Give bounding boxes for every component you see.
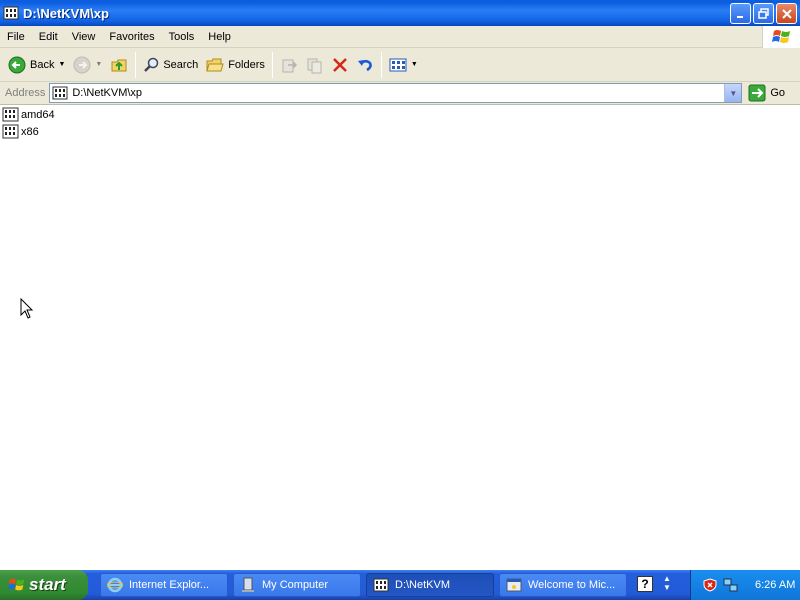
delete-x-icon bbox=[333, 57, 347, 72]
up-folder-button[interactable] bbox=[106, 51, 132, 79]
title-bar[interactable]: D:\NetKVM\xp bbox=[0, 0, 800, 26]
back-button[interactable]: Back ▼ bbox=[4, 51, 69, 79]
start-button[interactable]: start bbox=[0, 570, 88, 600]
task-label: Internet Explor... bbox=[129, 579, 210, 591]
toolbar-separator bbox=[380, 51, 382, 78]
start-label: start bbox=[29, 575, 66, 594]
go-button[interactable]: Go bbox=[748, 84, 785, 102]
search-button[interactable]: Search bbox=[139, 51, 202, 79]
folders-icon bbox=[206, 58, 224, 71]
restore-icon bbox=[758, 8, 769, 19]
back-label: Back bbox=[30, 58, 55, 71]
folder-grid-icon bbox=[2, 107, 19, 122]
my-computer-icon bbox=[242, 577, 254, 592]
folder-grid-icon bbox=[2, 124, 19, 139]
minimize-button[interactable] bbox=[730, 3, 751, 24]
menu-edit[interactable]: Edit bbox=[32, 26, 65, 48]
address-bar: Address D:\NetKVM\xp ▼ Go bbox=[0, 82, 800, 105]
views-button[interactable]: ▼ bbox=[385, 51, 422, 79]
taskbar-scroll-icon[interactable]: ▲ ▼ bbox=[663, 574, 671, 592]
up-folder-icon bbox=[111, 59, 127, 71]
menu-view[interactable]: View bbox=[65, 26, 103, 48]
menu-help[interactable]: Help bbox=[201, 26, 238, 48]
file-name: x86 bbox=[21, 125, 39, 138]
views-grid-icon bbox=[389, 58, 407, 71]
forward-arrow-icon bbox=[73, 56, 91, 73]
windows-flag-icon bbox=[771, 30, 790, 43]
copy-to-button[interactable] bbox=[302, 51, 328, 79]
setup-window-icon bbox=[506, 578, 522, 592]
task-netkvm-folder[interactable]: D:\NetKVM bbox=[366, 573, 494, 597]
task-label: My Computer bbox=[262, 579, 329, 591]
close-icon bbox=[781, 8, 792, 19]
go-arrow-icon bbox=[748, 84, 766, 102]
address-dropdown-button[interactable]: ▼ bbox=[724, 84, 742, 102]
menu-bar: File Edit View Favorites Tools Help bbox=[0, 26, 800, 48]
mouse-cursor-icon bbox=[20, 298, 34, 319]
network-icon[interactable] bbox=[723, 578, 739, 592]
window-title: D:\NetKVM\xp bbox=[23, 5, 109, 21]
taskbar: start Internet Explor... My Computer D:\… bbox=[0, 570, 800, 600]
address-label: Address bbox=[5, 87, 46, 99]
go-label: Go bbox=[770, 87, 786, 99]
restore-button[interactable] bbox=[753, 3, 774, 24]
menu-favorites[interactable]: Favorites bbox=[102, 26, 161, 48]
task-label: Welcome to Mic... bbox=[528, 579, 616, 591]
close-button[interactable] bbox=[776, 3, 797, 24]
folder-grid-icon bbox=[3, 6, 19, 20]
move-to-button[interactable] bbox=[276, 51, 302, 79]
toolbar-separator bbox=[271, 51, 273, 78]
internet-explorer-icon bbox=[107, 577, 123, 593]
menu-tools[interactable]: Tools bbox=[162, 26, 202, 48]
address-value: D:\NetKVM\xp bbox=[72, 87, 143, 99]
file-list[interactable]: amd64 x86 bbox=[0, 105, 800, 570]
forward-dropdown-icon[interactable]: ▼ bbox=[95, 61, 102, 68]
folders-button[interactable]: Folders bbox=[202, 51, 269, 79]
task-label: D:\NetKVM bbox=[395, 579, 451, 591]
task-welcome[interactable]: Welcome to Mic... bbox=[499, 573, 627, 597]
security-shield-icon[interactable] bbox=[703, 578, 717, 592]
windows-flag-icon bbox=[8, 578, 25, 591]
undo-button[interactable] bbox=[352, 51, 378, 79]
toolbar: Back ▼ ▼ Search Folders ▼ bbox=[0, 48, 800, 82]
back-dropdown-icon[interactable]: ▼ bbox=[58, 61, 65, 68]
forward-button[interactable]: ▼ bbox=[69, 51, 106, 79]
system-tray: 6:26 AM bbox=[690, 570, 800, 600]
move-to-icon bbox=[282, 59, 297, 72]
menu-file[interactable]: File bbox=[0, 26, 32, 48]
search-icon bbox=[144, 57, 159, 72]
windows-logo bbox=[762, 26, 800, 48]
search-label: Search bbox=[163, 58, 199, 71]
chevron-down-icon: ▼ bbox=[729, 88, 738, 98]
task-internet-explorer[interactable]: Internet Explor... bbox=[100, 573, 228, 597]
copy-to-icon bbox=[307, 58, 322, 73]
file-item-amd64[interactable]: amd64 bbox=[2, 107, 55, 122]
file-item-x86[interactable]: x86 bbox=[2, 124, 39, 139]
task-my-computer[interactable]: My Computer bbox=[233, 573, 361, 597]
folder-grid-icon bbox=[373, 578, 389, 592]
minimize-icon bbox=[736, 15, 743, 18]
back-arrow-icon bbox=[8, 56, 26, 73]
help-icon[interactable]: ? bbox=[637, 576, 653, 592]
delete-button[interactable] bbox=[328, 51, 352, 79]
clock[interactable]: 6:26 AM bbox=[755, 579, 795, 591]
toolbar-separator bbox=[135, 51, 137, 78]
folder-grid-icon bbox=[52, 86, 68, 100]
undo-icon bbox=[357, 59, 372, 71]
folders-label: Folders bbox=[228, 58, 265, 71]
address-input[interactable]: D:\NetKVM\xp ▼ bbox=[49, 83, 743, 103]
views-dropdown-icon: ▼ bbox=[410, 61, 418, 68]
file-name: amd64 bbox=[21, 108, 55, 121]
